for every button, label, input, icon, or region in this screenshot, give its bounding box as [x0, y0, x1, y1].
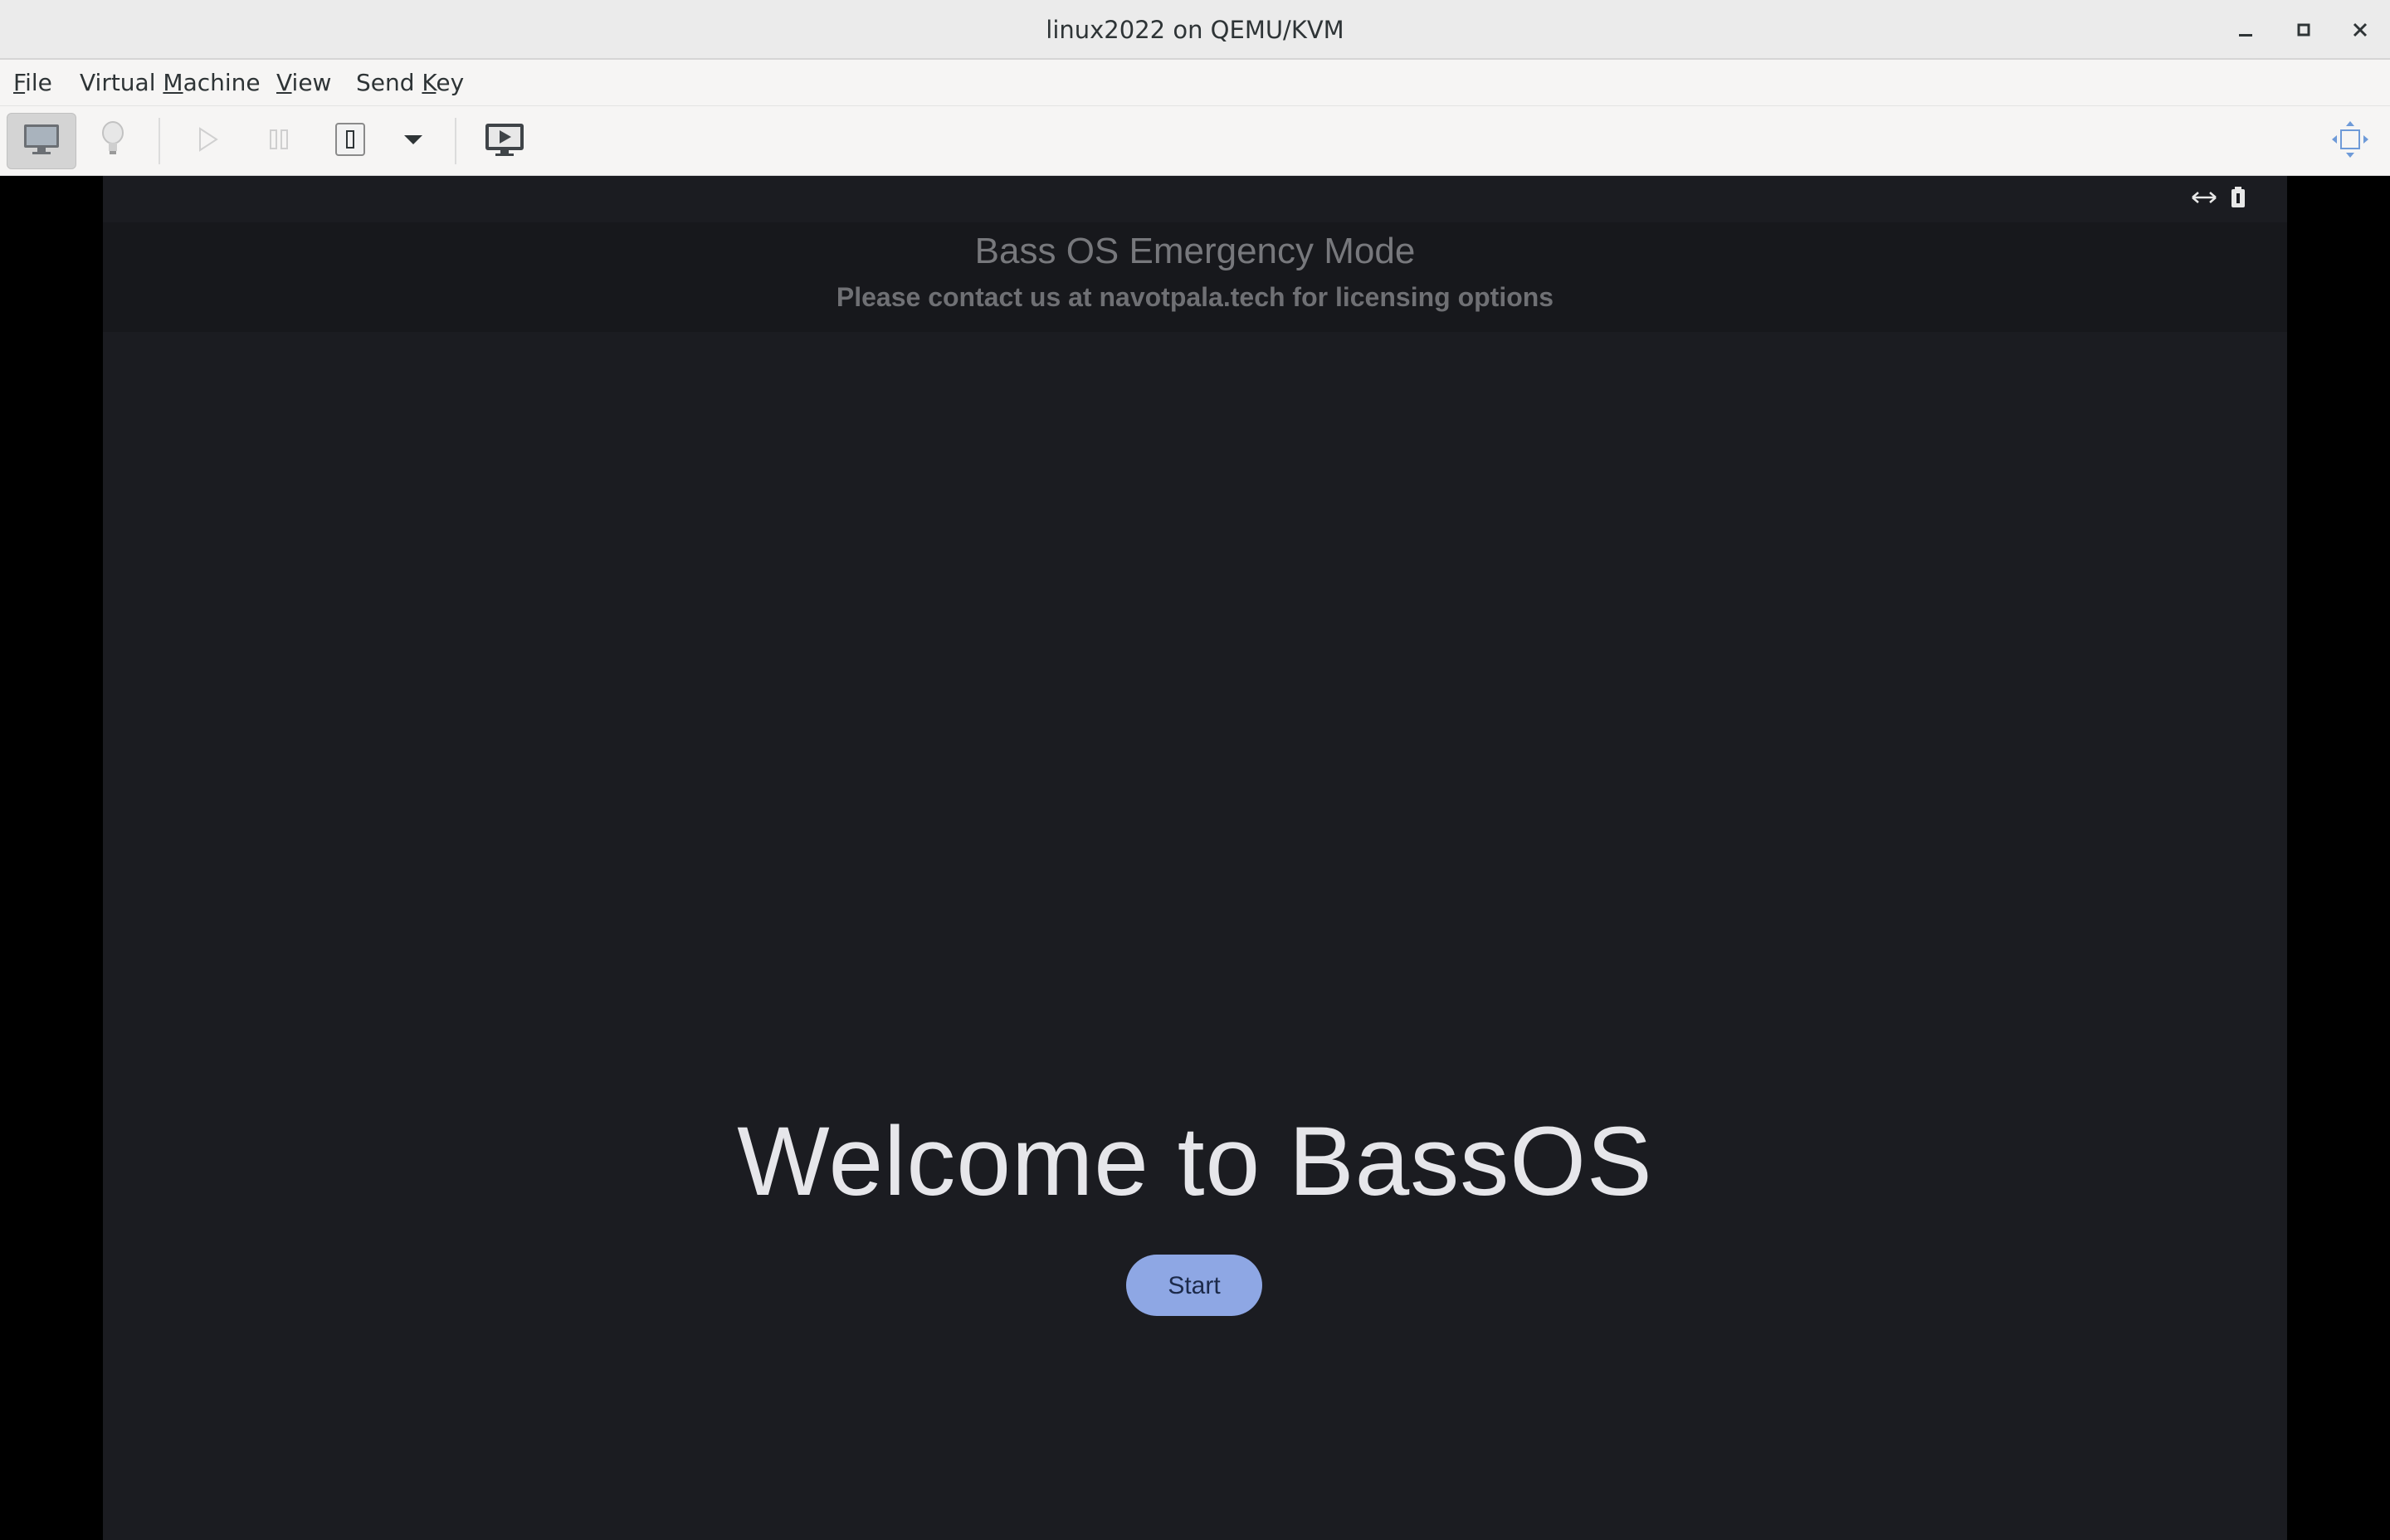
vm-display[interactable]: Bass OS Emergency Mode Please contact us…	[0, 176, 2390, 1540]
menu-send-key[interactable]: Send Key	[356, 60, 464, 106]
guest-status-bar	[103, 176, 2287, 222]
fullscreen-icon	[2330, 119, 2370, 163]
pause-icon	[266, 127, 291, 155]
power-icon	[334, 121, 367, 161]
minimize-icon[interactable]	[2231, 15, 2261, 45]
close-icon[interactable]	[2345, 15, 2375, 45]
emergency-banner: Bass OS Emergency Mode Please contact us…	[103, 222, 2287, 332]
shutdown-button[interactable]	[330, 113, 370, 169]
start-button[interactable]: Start	[1126, 1255, 1262, 1316]
toolbar	[0, 106, 2390, 176]
menubar: File Virtual Machine View Send Key	[0, 60, 2390, 106]
lightbulb-icon	[99, 119, 127, 163]
monitor-icon	[22, 123, 61, 159]
chevron-down-icon	[402, 133, 424, 149]
play-icon	[195, 125, 220, 157]
pause-button[interactable]	[261, 113, 297, 169]
banner-title: Bass OS Emergency Mode	[974, 231, 1416, 271]
maximize-icon[interactable]	[2289, 15, 2319, 45]
menu-view[interactable]: View	[276, 60, 331, 106]
snapshots-button[interactable]	[480, 113, 529, 169]
show-details-button[interactable]	[93, 113, 133, 169]
battery-icon	[2230, 186, 2246, 215]
window-title: linux2022 on QEMU/KVM	[1046, 16, 1344, 44]
fullscreen-button[interactable]	[2327, 113, 2373, 169]
snapshot-icon	[484, 121, 525, 161]
menu-virtual-machine[interactable]: Virtual Machine	[80, 60, 261, 106]
welcome-heading: Welcome to BassOS	[737, 1107, 1653, 1216]
show-console-button[interactable]	[7, 113, 76, 169]
menu-file[interactable]: File	[13, 60, 52, 106]
banner-subtitle: Please contact us at navotpala.tech for …	[836, 282, 1554, 312]
shutdown-menu-button[interactable]	[397, 113, 430, 169]
resize-icon	[2190, 186, 2218, 215]
guest-screen[interactable]: Bass OS Emergency Mode Please contact us…	[103, 176, 2287, 1540]
run-button[interactable]	[189, 113, 226, 169]
window-titlebar[interactable]: linux2022 on QEMU/KVM	[0, 0, 2390, 60]
